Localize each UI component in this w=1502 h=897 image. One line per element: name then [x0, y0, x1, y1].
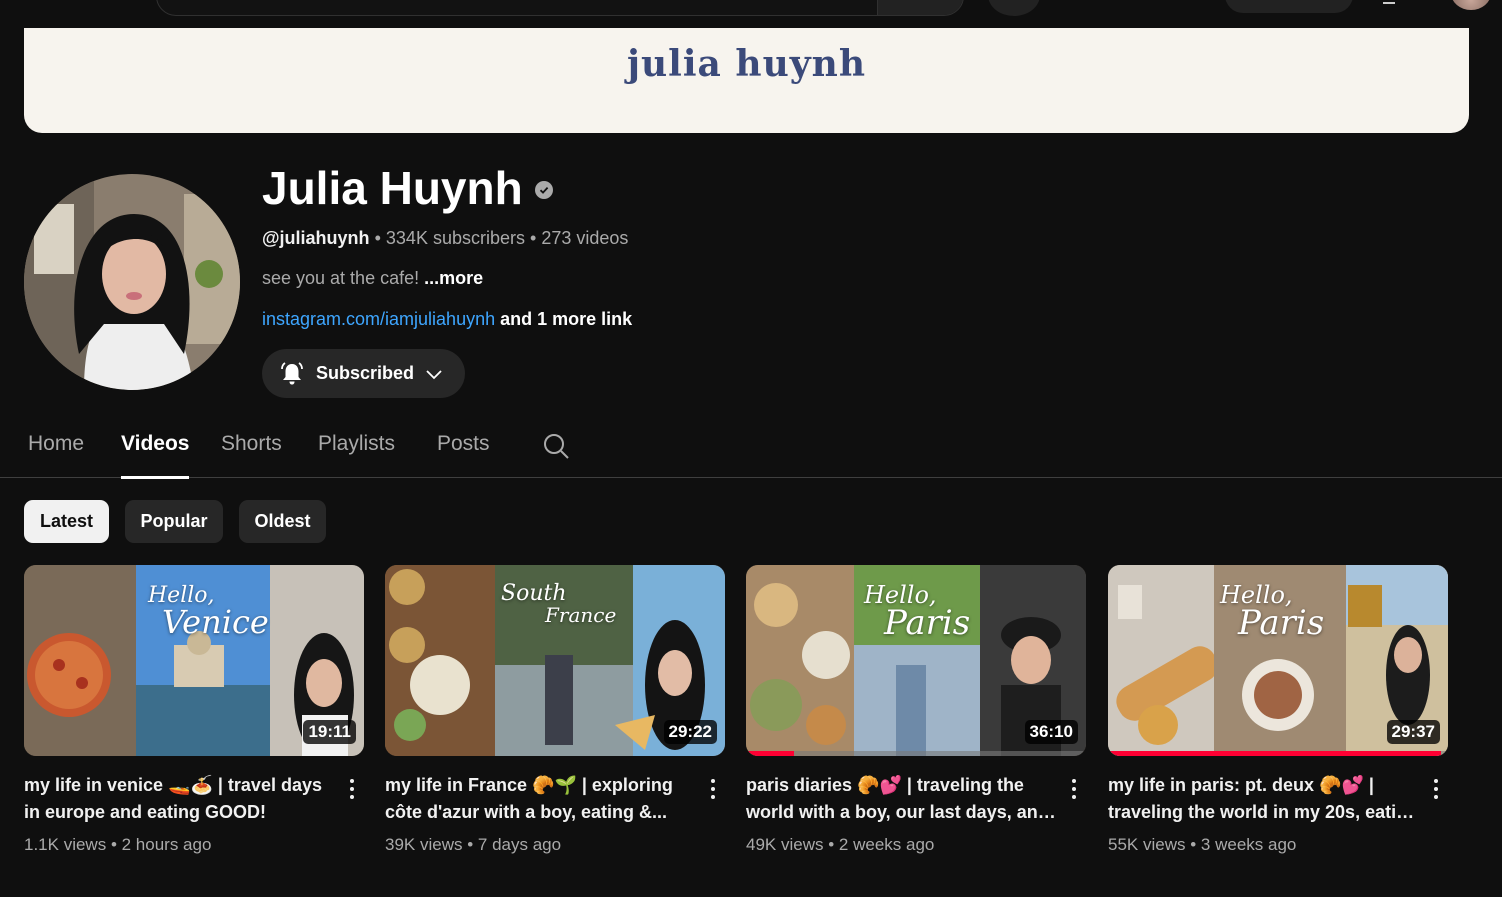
chip-oldest[interactable]: Oldest	[239, 500, 326, 543]
search-button[interactable]	[877, 0, 963, 15]
video-card[interactable]: Hello, Venice 19:11 my life in venice 🚤🍝…	[24, 565, 364, 854]
meta-separator: •	[467, 835, 474, 854]
chip-popular[interactable]: Popular	[125, 500, 223, 543]
watch-progress-bar	[1108, 751, 1442, 756]
channel-banner: julia huynh	[24, 28, 1469, 133]
video-thumbnail[interactable]: Hello, Venice 19:11	[24, 565, 364, 756]
channel-meta: @juliahuynh • 334K subscribers • 273 vid…	[262, 228, 628, 250]
subscribed-button[interactable]: Subscribed	[262, 349, 465, 398]
video-thumbnail[interactable]: Hello, Paris 29:37	[1108, 565, 1448, 756]
channel-name: Julia Huynh	[262, 160, 553, 216]
meta-separator: •	[530, 228, 537, 248]
view-count: 55K views	[1108, 835, 1186, 854]
view-count: 1.1K views	[24, 835, 107, 854]
meta-separator: •	[110, 835, 117, 854]
video-meta: 55K views • 3 weeks ago	[1108, 835, 1296, 855]
view-count: 39K views	[385, 835, 463, 854]
instagram-link[interactable]: instagram.com/iamjuliahuynh	[262, 309, 495, 329]
video-title[interactable]: my life in paris: pt. deux 🥐💕 | travelin…	[1108, 772, 1418, 826]
video-card[interactable]: South France 29:22 my life in France 🥐🌱 …	[385, 565, 725, 854]
thumbnail-text: Venice	[162, 603, 269, 641]
create-button[interactable]	[1225, 0, 1353, 13]
video-title-line: paris diaries 🥐💕 | traveling the	[746, 775, 1024, 795]
video-meta: 39K views • 7 days ago	[385, 835, 561, 855]
chip-latest[interactable]: Latest	[24, 500, 109, 543]
channel-handle: @juliahuynh	[262, 228, 370, 248]
meta-separator: •	[1190, 835, 1197, 854]
video-title-line: world with a boy, our last days, and...	[746, 802, 1056, 822]
voice-search-button[interactable]	[988, 0, 1040, 16]
video-title-line: my life in paris: pt. deux 🥐💕 |	[1108, 775, 1374, 795]
meta-separator: •	[828, 835, 835, 854]
more-actions-icon[interactable]	[1426, 775, 1446, 803]
bell-ring-icon	[281, 361, 303, 384]
search-box[interactable]	[156, 0, 964, 16]
video-thumbnail[interactable]: South France 29:22	[385, 565, 725, 756]
account-avatar[interactable]	[1451, 0, 1491, 10]
video-title[interactable]: paris diaries 🥐💕 | traveling the world w…	[746, 772, 1056, 826]
avatar-portrait	[24, 174, 240, 390]
thumbnail-text: Paris	[884, 603, 971, 643]
watch-progress-bar	[746, 751, 794, 756]
watch-progress-track	[746, 751, 1086, 756]
video-meta: 49K views • 2 weeks ago	[746, 835, 934, 855]
more-links-button[interactable]: and 1 more link	[500, 309, 632, 329]
description-more-button[interactable]: ...more	[424, 268, 483, 288]
video-card[interactable]: Hello, Paris 29:37 my life in paris: pt.…	[1108, 565, 1448, 854]
video-count: 273 videos	[541, 228, 629, 248]
subscriber-count: 334K subscribers	[385, 228, 525, 248]
video-title-line: traveling the world in my 20s, eatin...	[1108, 802, 1418, 822]
tab-shorts[interactable]: Shorts	[221, 432, 282, 478]
notifications-icon[interactable]	[1383, 0, 1395, 4]
verified-icon	[534, 181, 553, 199]
upload-age: 2 hours ago	[121, 835, 212, 854]
video-duration: 29:37	[1386, 720, 1440, 744]
more-actions-icon[interactable]	[703, 775, 723, 803]
channel-links: instagram.com/iamjuliahuynh and 1 more l…	[262, 309, 632, 330]
video-title-line: in europe and eating GOOD!	[24, 802, 267, 822]
subscribed-label: Subscribed	[316, 363, 415, 383]
chevron-down-icon	[426, 369, 442, 379]
video-title-line: my life in France 🥐🌱 | exploring	[385, 775, 673, 795]
description-text: see you at the cafe!	[262, 268, 420, 288]
video-duration: 36:10	[1024, 720, 1078, 744]
video-card[interactable]: Hello, Paris 36:10 paris diaries 🥐💕 | tr…	[746, 565, 1086, 854]
video-duration: 29:22	[663, 720, 717, 744]
banner-text: julia huynh	[626, 43, 867, 85]
channel-avatar[interactable]	[24, 174, 240, 390]
video-title[interactable]: my life in venice 🚤🍝 | travel days in eu…	[24, 772, 334, 826]
thumbnail-text: France	[545, 603, 617, 627]
video-title-line: côte d'azur with a boy, eating &...	[385, 802, 667, 822]
tab-posts[interactable]: Posts	[437, 432, 490, 478]
video-duration: 19:11	[303, 720, 356, 744]
top-bar	[0, 0, 1502, 28]
upload-age: 2 weeks ago	[838, 835, 935, 854]
channel-tabs: Home Videos Shorts Playlists Posts	[0, 418, 1502, 479]
more-actions-icon[interactable]	[342, 775, 362, 803]
upload-age: 3 weeks ago	[1200, 835, 1297, 854]
channel-description[interactable]: see you at the cafe! ...more	[262, 268, 483, 289]
search-icon[interactable]	[542, 432, 570, 460]
video-meta: 1.1K views • 2 hours ago	[24, 835, 211, 855]
video-title[interactable]: my life in France 🥐🌱 | exploring côte d'…	[385, 772, 695, 826]
upload-age: 7 days ago	[477, 835, 562, 854]
meta-separator: •	[374, 228, 381, 248]
video-thumbnail[interactable]: Hello, Paris 36:10	[746, 565, 1086, 756]
view-count: 49K views	[746, 835, 824, 854]
more-actions-icon[interactable]	[1064, 775, 1084, 803]
tab-home[interactable]: Home	[28, 432, 84, 478]
channel-name-text: Julia Huynh	[262, 162, 523, 214]
tab-videos[interactable]: Videos	[121, 432, 190, 479]
thumbnail-text: Paris	[1238, 603, 1325, 643]
tab-playlists[interactable]: Playlists	[318, 432, 395, 478]
video-title-line: my life in venice 🚤🍝 | travel days	[24, 775, 322, 795]
